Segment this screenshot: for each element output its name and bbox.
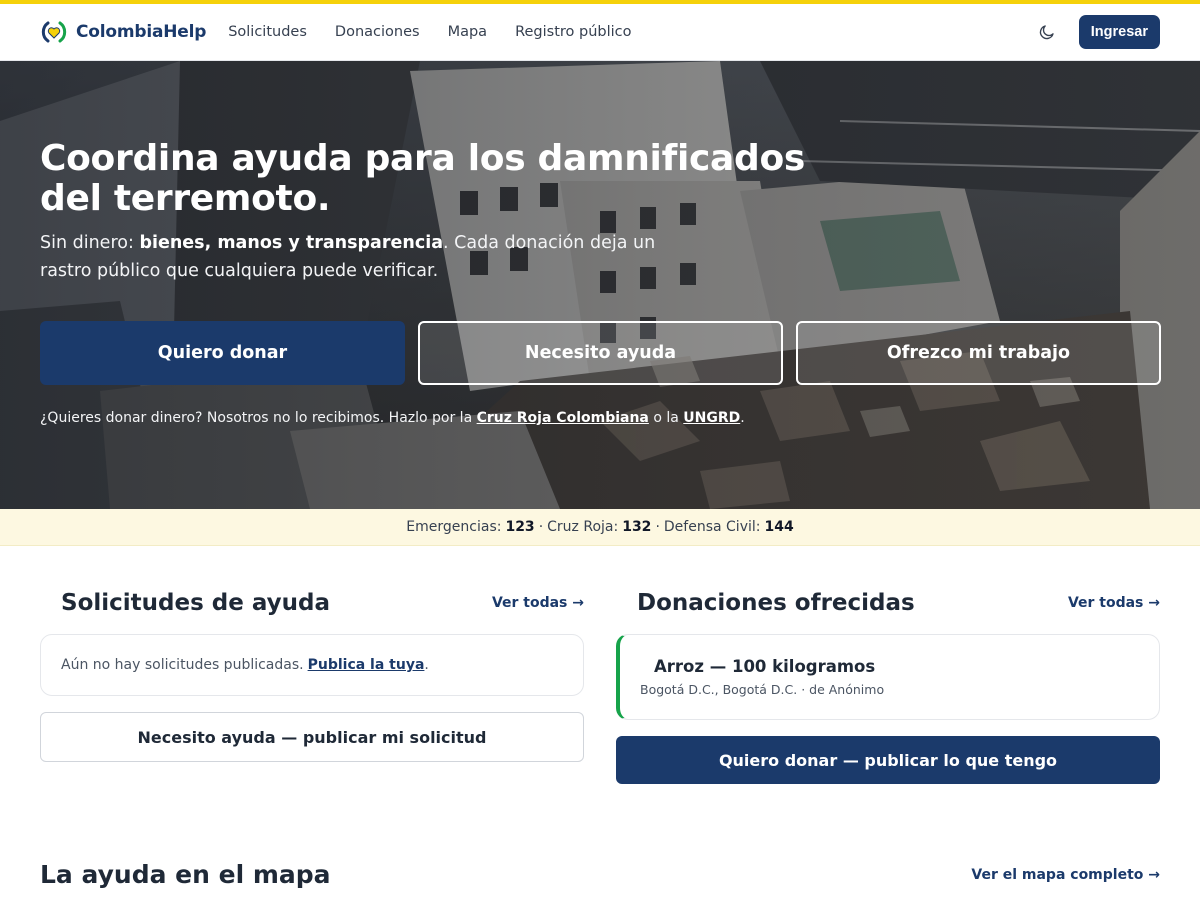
main-nav: Solicitudes Donaciones Mapa Registro púb… <box>228 24 631 40</box>
heart-logo-icon <box>41 21 67 43</box>
hero-overlay <box>0 61 1200 509</box>
donations-section: Donaciones ofrecidas Ver todas → Arroz —… <box>616 582 1160 784</box>
cruz-roja-number: 132 <box>622 519 652 535</box>
nav-link-registro[interactable]: Registro público <box>515 24 631 40</box>
requests-empty-state: Aún no hay solicitudes publicadas. Publi… <box>40 634 584 696</box>
nav-link-mapa[interactable]: Mapa <box>448 24 488 40</box>
donation-card[interactable]: Arroz — 100 kilogramos Bogotá D.C., Bogo… <box>616 634 1160 720</box>
dark-mode-toggle[interactable] <box>1037 22 1057 42</box>
cruz-roja-label: Cruz Roja: <box>547 519 619 535</box>
requests-section: Solicitudes de ayuda Ver todas → Aún no … <box>40 582 584 784</box>
hero-cta-row: Quiero donar Necesito ayuda Ofrezco mi t… <box>40 321 1161 385</box>
money-donation-note: ¿Quieres donar dinero? Nosotros no lo re… <box>40 410 745 426</box>
hero-sub-lead: Sin dinero: <box>40 233 140 253</box>
full-map-link[interactable]: Ver el mapa completo → <box>971 867 1160 883</box>
hero-title: Coordina ayuda para los damnificados del… <box>40 138 806 219</box>
note-end: . <box>740 410 745 426</box>
hero-sub-bold: bienes, manos y transparencia <box>139 233 444 253</box>
donation-title: Arroz — 100 kilogramos <box>654 657 876 676</box>
separator: · <box>655 519 660 535</box>
need-help-button[interactable]: Necesito ayuda <box>418 321 783 385</box>
publish-donation-button[interactable]: Quiero donar — publicar lo que tengo <box>616 736 1160 784</box>
publish-request-link[interactable]: Publica la tuya <box>308 657 425 673</box>
hero-content: Coordina ayuda para los damnificados del… <box>40 139 1160 285</box>
emergency-number: 123 <box>505 519 535 535</box>
donation-meta: Bogotá D.C., Bogotá D.C. · de Anónimo <box>640 682 885 697</box>
navbar: ColombiaHelp Solicitudes Donaciones Mapa… <box>0 4 1200 61</box>
offer-work-button[interactable]: Ofrezco mi trabajo <box>796 321 1161 385</box>
content-columns: Solicitudes de ayuda Ver todas → Aún no … <box>0 582 1200 784</box>
map-title: La ayuda en el mapa <box>40 860 331 889</box>
defensa-civil-number: 144 <box>764 519 794 535</box>
note-mid: o la <box>648 410 684 426</box>
brand[interactable]: ColombiaHelp <box>40 18 206 46</box>
donations-see-all-link[interactable]: Ver todas → <box>1068 595 1160 611</box>
publish-request-button[interactable]: Necesito ayuda — publicar mi solicitud <box>40 712 584 762</box>
requests-see-all-link[interactable]: Ver todas → <box>492 595 584 611</box>
defensa-civil-label: Defensa Civil: <box>663 519 761 535</box>
map-section-header: La ayuda en el mapa Ver el mapa completo… <box>0 860 1200 889</box>
empty-end: . <box>424 657 429 673</box>
emergency-label: Emergencias: <box>406 519 502 535</box>
moon-icon <box>1039 25 1054 40</box>
note-lead: ¿Quieres donar dinero? Nosotros no lo re… <box>40 410 477 426</box>
emergency-numbers-bar: Emergencias: 123 · Cruz Roja: 132 · Defe… <box>0 509 1200 546</box>
nav-link-solicitudes[interactable]: Solicitudes <box>228 24 307 40</box>
nav-actions: Ingresar <box>1037 15 1160 49</box>
login-button[interactable]: Ingresar <box>1078 15 1160 49</box>
donations-title: Donaciones ofrecidas <box>637 590 915 616</box>
requests-header: Solicitudes de ayuda Ver todas → <box>40 582 584 624</box>
nav-link-donaciones[interactable]: Donaciones <box>335 24 420 40</box>
requests-title: Solicitudes de ayuda <box>61 590 331 616</box>
hero: Coordina ayuda para los damnificados del… <box>0 61 1200 509</box>
donate-button[interactable]: Quiero donar <box>40 321 405 385</box>
cruz-roja-link[interactable]: Cruz Roja Colombiana <box>477 410 649 426</box>
brand-name: ColombiaHelp <box>76 22 207 42</box>
empty-text: Aún no hay solicitudes publicadas. <box>61 657 304 673</box>
donations-header: Donaciones ofrecidas Ver todas → <box>616 582 1160 624</box>
ungrd-link[interactable]: UNGRD <box>683 410 740 426</box>
hero-subtitle: Sin dinero: bienes, manos y transparenci… <box>40 229 690 285</box>
separator: · <box>538 519 544 535</box>
